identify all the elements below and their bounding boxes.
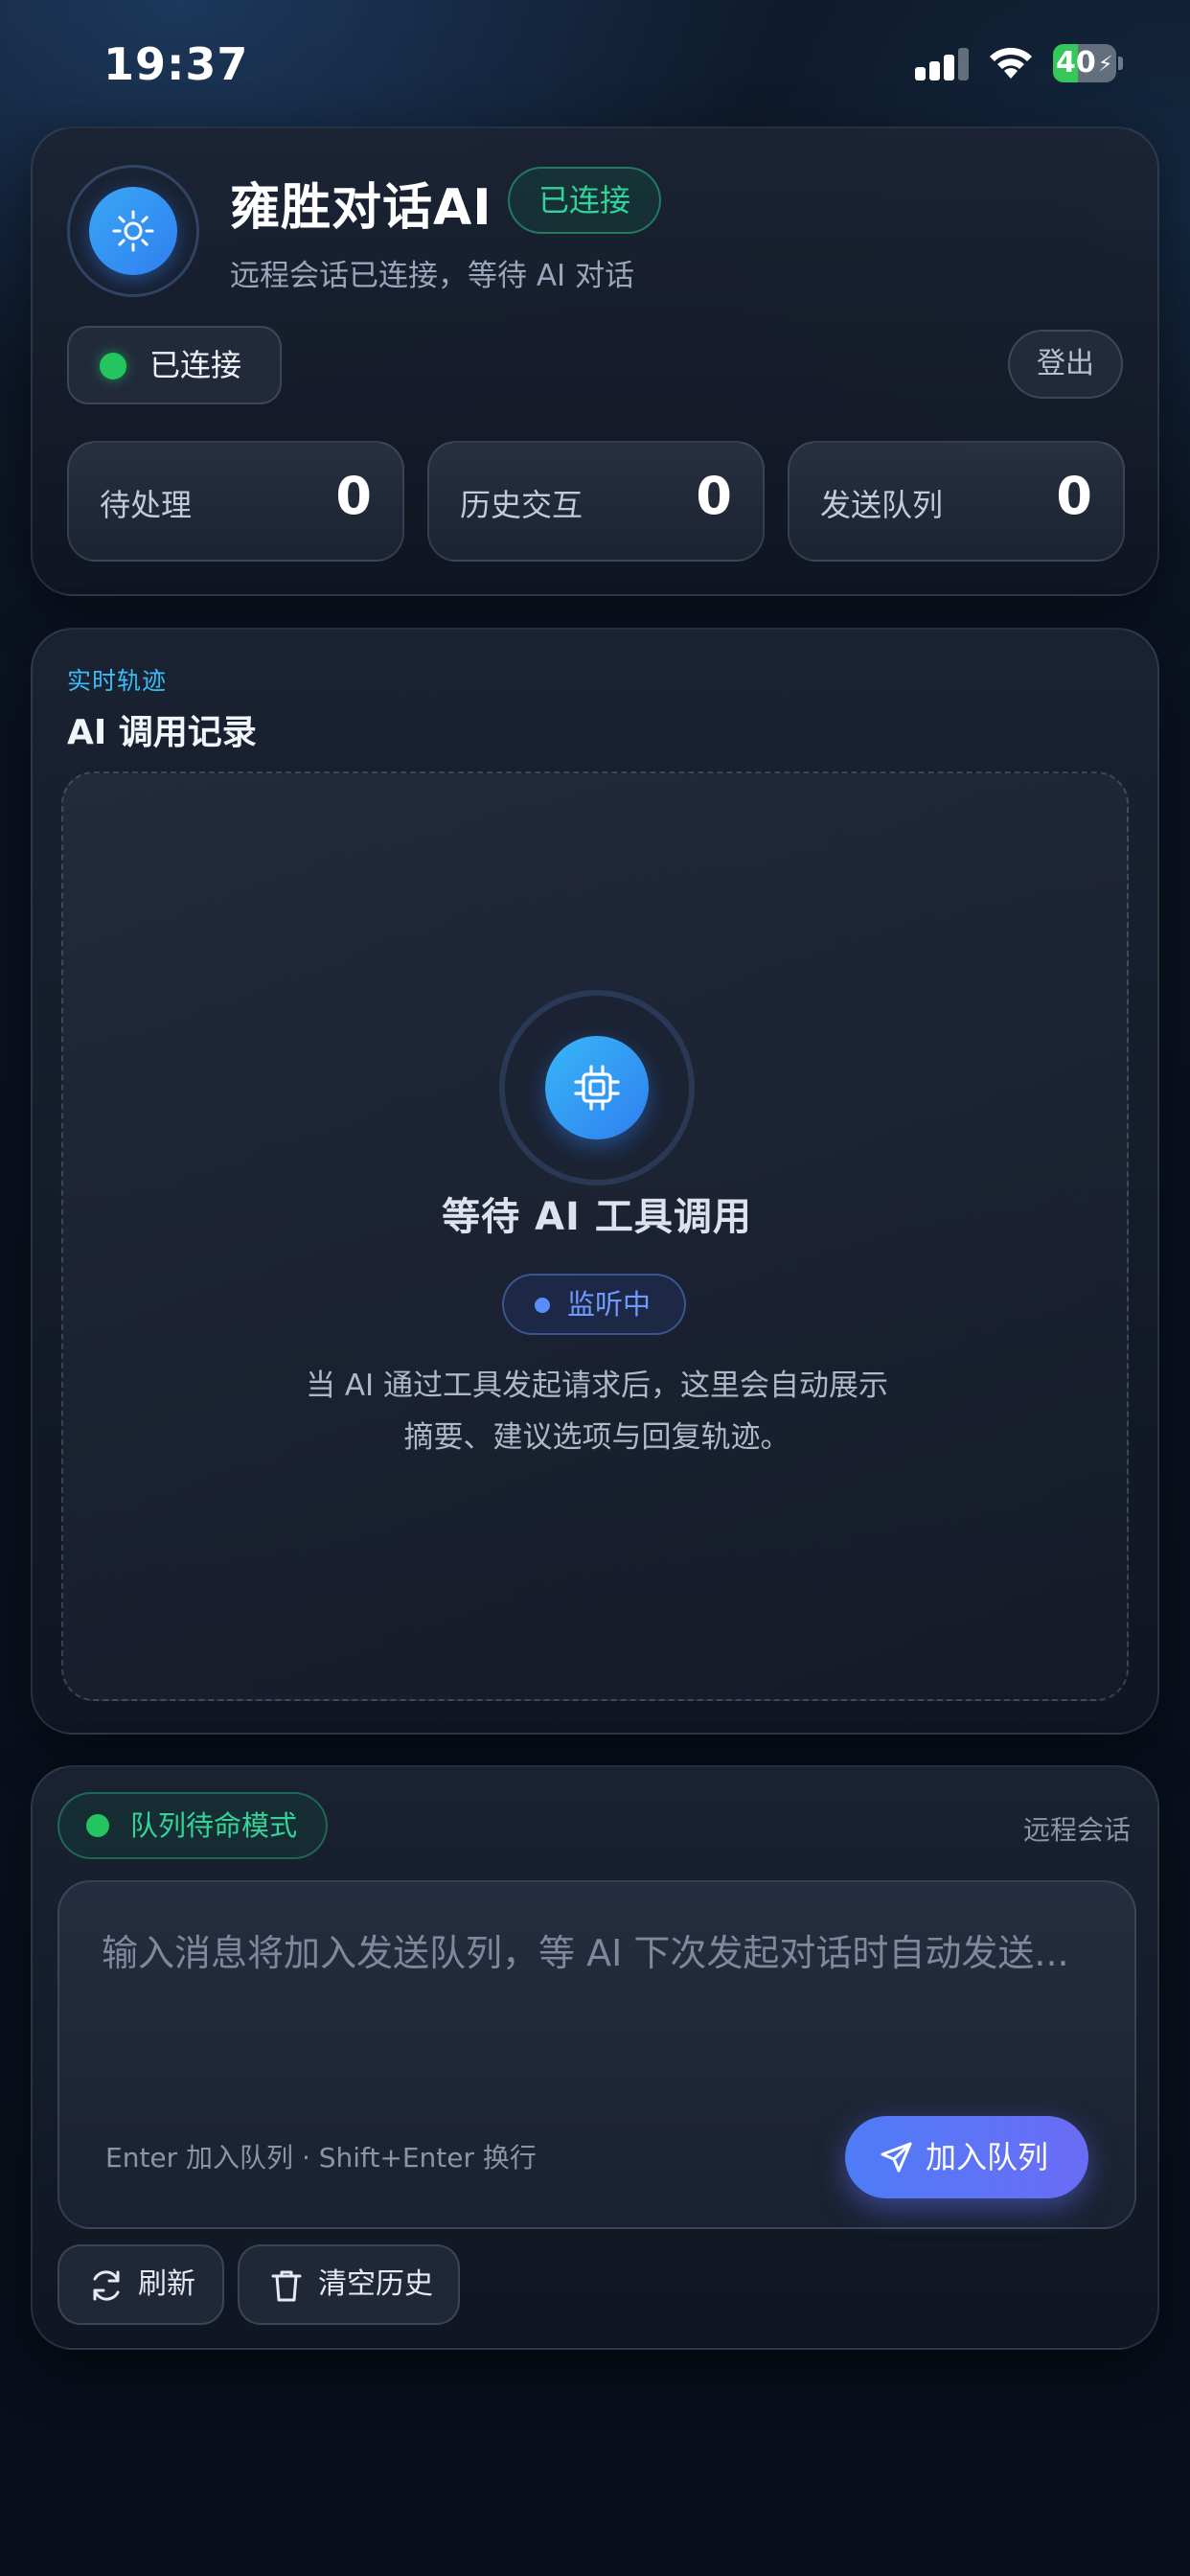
stat-label: 待处理 [100,487,193,523]
empty-desc-line: 当 AI 通过工具发起请求后，这里会自动展示 [305,1368,889,1403]
remote-session-label: 远程会话 [1022,1814,1131,1846]
message-input-placeholder: 输入消息将加入发送队列，等 AI 下次发起对话时自动发送... [102,1932,1069,1974]
session-subtitle: 远程会话已连接，等待 AI 对话 [230,259,635,293]
message-input[interactable]: 输入消息将加入发送队列，等 AI 下次发起对话时自动发送... Enter 加入… [57,1880,1136,2229]
sun-icon [112,210,154,252]
add-to-queue-label: 加入队列 [926,2139,1049,2175]
status-bar: 19:37 40 ⚡ [0,0,1190,125]
refresh-button[interactable]: 刷新 [57,2244,224,2325]
clear-history-button[interactable]: 清空历史 [238,2244,460,2325]
queue-mode-label: 队列待命模式 [130,1809,298,1842]
battery-level: 40 [1056,46,1096,80]
ai-records-card: 实时轨迹 AI 调用记录 等待 AI 工具调用 监听中 当 AI 通过工具发起请… [31,628,1159,1735]
add-to-queue-button[interactable]: 加入队列 [845,2116,1088,2198]
listening-dot-icon [535,1298,550,1313]
charging-bolt-icon: ⚡ [1098,53,1113,77]
trash-icon [271,2270,302,2302]
wifi-icon [990,47,1032,79]
mode-dot-icon [86,1814,109,1837]
refresh-icon [93,2270,120,2301]
connection-status-pill: 已连接 [67,326,283,404]
session-header-card: 雍胜对话AI 已连接 远程会话已连接，等待 AI 对话 已连接 登出 待处理 0… [31,126,1159,596]
status-dot-icon [100,353,126,380]
empty-state-description: 当 AI 通过工具发起请求后，这里会自动展示 摘要、建议选项与回复轨迹。 [63,1360,1131,1463]
connection-badge: 已连接 [508,167,662,234]
listening-badge: 监听中 [502,1274,686,1335]
stat-history: 历史交互 0 [427,441,765,562]
stat-value: 0 [1056,466,1092,526]
clear-history-label: 清空历史 [318,2267,433,2301]
empty-state-illustration [499,990,695,1185]
cellular-signal-icon [915,48,969,80]
stat-value: 0 [335,466,372,526]
logout-button[interactable]: 登出 [1008,330,1123,399]
empty-state: 等待 AI 工具调用 监听中 当 AI 通过工具发起请求后，这里会自动展示 摘要… [61,771,1129,1701]
stat-value: 0 [696,466,732,526]
battery-icon: 40 ⚡ [1053,44,1124,82]
section-title: AI 调用记录 [67,713,257,752]
listening-label: 监听中 [567,1288,652,1321]
stat-label: 发送队列 [820,487,944,523]
empty-desc-line: 摘要、建议选项与回复轨迹。 [403,1420,790,1455]
stat-pending: 待处理 0 [67,441,404,562]
app-title: 雍胜对话AI [230,179,492,237]
connection-status-label: 已连接 [149,347,242,383]
status-time: 19:37 [103,38,249,90]
refresh-label: 刷新 [138,2267,195,2301]
empty-state-title: 等待 AI 工具调用 [442,1195,752,1239]
section-eyebrow: 实时轨迹 [67,667,168,695]
send-icon [881,2142,912,2173]
composer-card: 队列待命模式 远程会话 输入消息将加入发送队列，等 AI 下次发起对话时自动发送… [31,1765,1159,2350]
queue-mode-badge: 队列待命模式 [57,1792,329,1859]
cpu-chip-icon [574,1065,620,1111]
app-logo [67,165,199,297]
stat-label: 历史交互 [460,487,584,523]
keyboard-hint: Enter 加入队列 · Shift+Enter 换行 [105,2142,537,2174]
stat-send-queue: 发送队列 0 [788,441,1125,562]
